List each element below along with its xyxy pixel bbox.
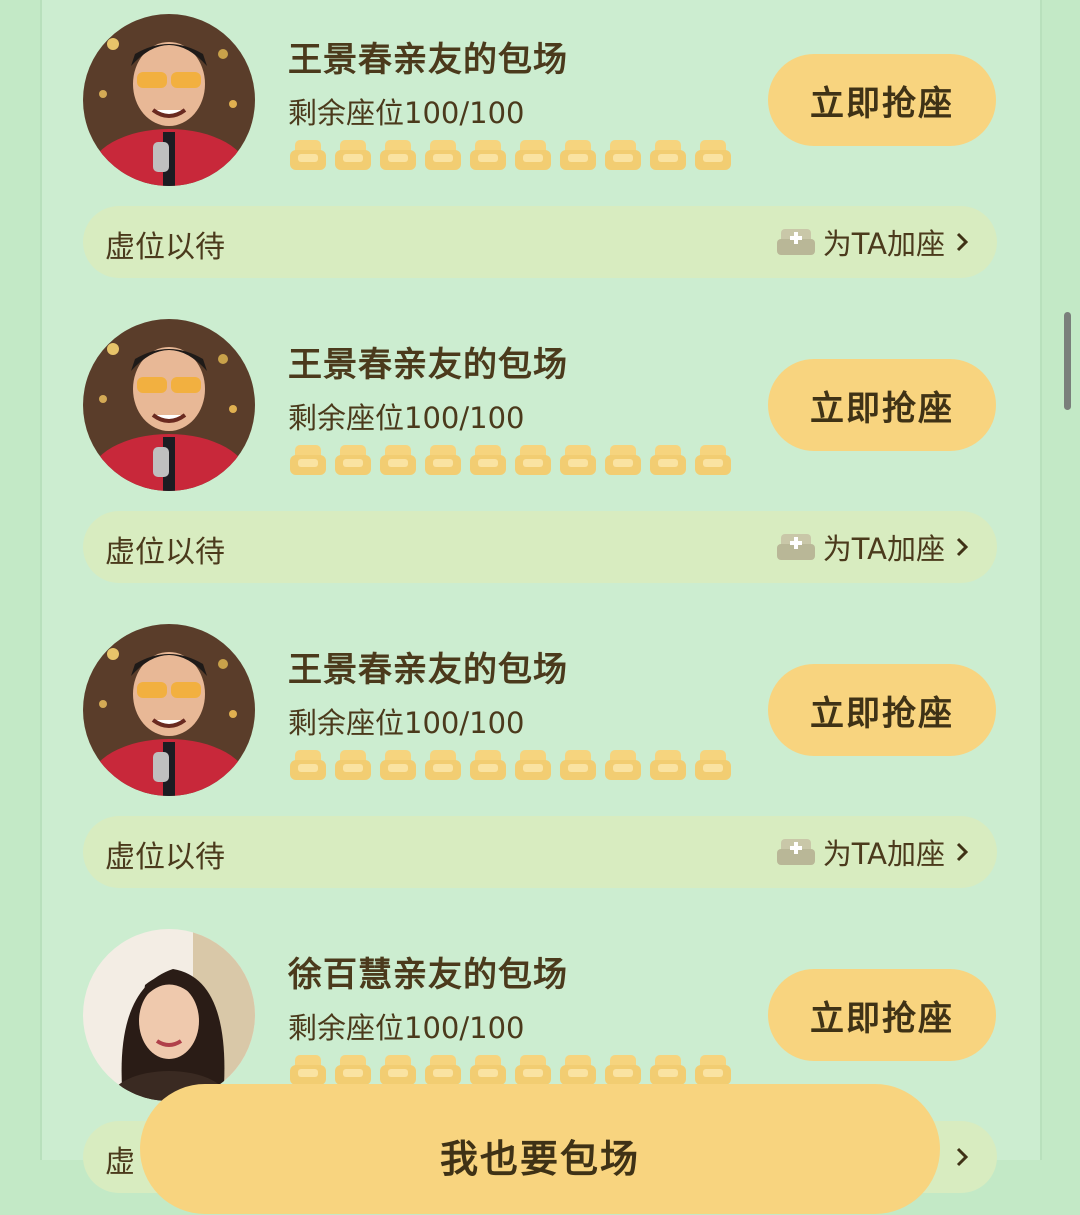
sofa-icon bbox=[335, 750, 371, 780]
sofa-icon bbox=[515, 445, 551, 475]
sofa-icon bbox=[560, 140, 596, 170]
sofa-plus-icon bbox=[776, 229, 815, 255]
status-bar: 虚位以待 为TA加座 bbox=[83, 511, 997, 583]
sofa-icon bbox=[650, 750, 686, 780]
sofa-icon bbox=[470, 1055, 506, 1085]
remaining-seats: 剩余座位100/100 bbox=[288, 706, 525, 740]
status-bar: 虚位以待 为TA加座 bbox=[83, 206, 997, 278]
sofa-icon bbox=[380, 140, 416, 170]
grab-seat-button[interactable]: 立即抢座 bbox=[768, 664, 996, 756]
avatar bbox=[83, 14, 255, 186]
session-title: 王景春亲友的包场 bbox=[288, 40, 568, 80]
sofa-icon bbox=[650, 1055, 686, 1085]
session-card: 王景春亲友的包场 剩余座位100/100 立即抢座 虚位以待 为TA加座 bbox=[0, 610, 1080, 910]
book-session-label: 我也要包场 bbox=[439, 1137, 640, 1181]
grab-seat-button[interactable]: 立即抢座 bbox=[768, 969, 996, 1061]
seat-icon-row bbox=[290, 138, 731, 172]
status-label: 虚位以待 bbox=[105, 840, 225, 875]
sofa-icon bbox=[695, 445, 731, 475]
sofa-icon bbox=[290, 1055, 326, 1085]
sofa-icon bbox=[605, 140, 641, 170]
remaining-seats: 剩余座位100/100 bbox=[288, 1011, 525, 1045]
sofa-icon bbox=[605, 1055, 641, 1085]
status-bar: 虚位以待 为TA加座 bbox=[83, 816, 997, 888]
session-card: 王景春亲友的包场 剩余座位100/100 立即抢座 虚位以待 为TA加座 bbox=[0, 0, 1080, 300]
avatar bbox=[83, 624, 255, 796]
sofa-icon bbox=[515, 750, 551, 780]
add-seat-label: 为TA加座 bbox=[822, 532, 945, 566]
remaining-seats: 剩余座位100/100 bbox=[288, 401, 525, 435]
sofa-icon bbox=[605, 445, 641, 475]
sofa-icon bbox=[470, 445, 506, 475]
sofa-icon bbox=[380, 445, 416, 475]
avatar bbox=[83, 929, 255, 1101]
sofa-icon bbox=[695, 1055, 731, 1085]
sofa-icon bbox=[515, 140, 551, 170]
seat-icon-row bbox=[290, 1053, 731, 1087]
sofa-icon bbox=[335, 140, 371, 170]
sofa-plus-icon bbox=[776, 534, 815, 560]
add-seat-link[interactable] bbox=[953, 1135, 971, 1179]
sofa-icon bbox=[425, 1055, 461, 1085]
sofa-icon bbox=[560, 445, 596, 475]
sofa-plus-icon bbox=[776, 839, 815, 865]
sofa-icon bbox=[335, 1055, 371, 1085]
sofa-icon bbox=[605, 750, 641, 780]
status-label: 虚 bbox=[105, 1145, 135, 1180]
sofa-icon bbox=[650, 140, 686, 170]
sofa-icon bbox=[425, 140, 461, 170]
seat-icon-row bbox=[290, 748, 731, 782]
grab-seat-button[interactable]: 立即抢座 bbox=[768, 359, 996, 451]
sofa-icon bbox=[560, 1055, 596, 1085]
grab-seat-button[interactable]: 立即抢座 bbox=[768, 54, 996, 146]
add-seat-link[interactable]: 为TA加座 bbox=[776, 220, 971, 264]
chevron-right-icon bbox=[956, 842, 969, 862]
sofa-icon bbox=[335, 445, 371, 475]
sofa-icon bbox=[380, 750, 416, 780]
chevron-right-icon bbox=[956, 537, 969, 557]
sofa-icon bbox=[290, 140, 326, 170]
book-session-button[interactable]: 我也要包场 bbox=[140, 1084, 940, 1214]
add-seat-label: 为TA加座 bbox=[822, 227, 945, 261]
sofa-icon bbox=[380, 1055, 416, 1085]
sofa-icon bbox=[695, 750, 731, 780]
seat-icon-row bbox=[290, 443, 731, 477]
sofa-icon bbox=[560, 750, 596, 780]
avatar bbox=[83, 319, 255, 491]
session-card: 王景春亲友的包场 剩余座位100/100 立即抢座 虚位以待 为TA加座 bbox=[0, 305, 1080, 605]
sofa-icon bbox=[290, 445, 326, 475]
chevron-right-icon bbox=[956, 232, 969, 252]
session-title: 王景春亲友的包场 bbox=[288, 650, 568, 690]
sofa-icon bbox=[425, 750, 461, 780]
session-title: 王景春亲友的包场 bbox=[288, 345, 568, 385]
session-title: 徐百慧亲友的包场 bbox=[288, 955, 568, 995]
status-label: 虚位以待 bbox=[105, 535, 225, 570]
sofa-icon bbox=[650, 445, 686, 475]
sofa-icon bbox=[470, 750, 506, 780]
sofa-icon bbox=[425, 445, 461, 475]
add-seat-link[interactable]: 为TA加座 bbox=[776, 830, 971, 874]
add-seat-label: 为TA加座 bbox=[822, 837, 945, 871]
sofa-icon bbox=[695, 140, 731, 170]
sofa-icon bbox=[290, 750, 326, 780]
add-seat-link[interactable]: 为TA加座 bbox=[776, 525, 971, 569]
status-label: 虚位以待 bbox=[105, 230, 225, 265]
chevron-right-icon bbox=[956, 1147, 969, 1167]
sofa-icon bbox=[515, 1055, 551, 1085]
remaining-seats: 剩余座位100/100 bbox=[288, 96, 525, 130]
sofa-icon bbox=[470, 140, 506, 170]
